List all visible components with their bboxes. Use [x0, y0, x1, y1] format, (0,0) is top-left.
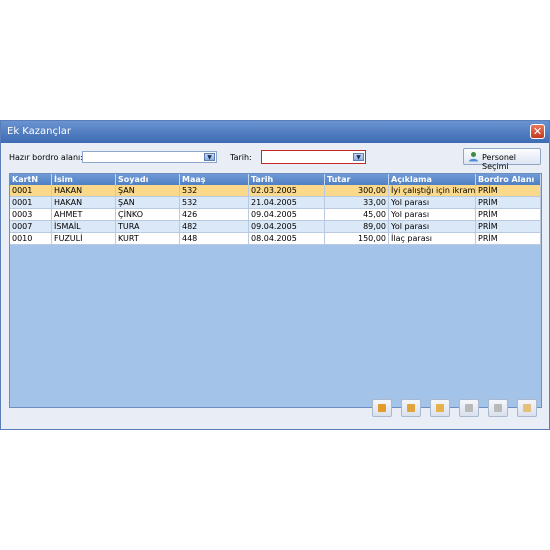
table-cell: TURA [116, 221, 180, 233]
close-window-button[interactable]: ✕ [530, 124, 545, 139]
table-cell: PRİM [476, 209, 541, 221]
table-cell: ŞAN [116, 185, 180, 197]
delete-button[interactable] [488, 399, 508, 417]
table-cell: 0003 [10, 209, 52, 221]
table-cell: 532 [180, 197, 249, 209]
table-cell: 0010 [10, 233, 52, 245]
table-row[interactable]: 0007 İSMAİL TURA 482 09.04.2005 89,00 Yol para… [10, 221, 541, 233]
table-cell: Yol parası [389, 197, 476, 209]
ek-kazanclar-window: Ek Kazançlar ✕ Hazır bordro alanı: ▼ Tar… [0, 120, 550, 430]
table-cell: 448 [180, 233, 249, 245]
table-row[interactable]: 0001 HAKAN ŞAN 532 21.04.2005 33,00 Yol parası… [10, 197, 541, 209]
table-cell: HAKAN [52, 185, 116, 197]
table-cell: 150,00 [325, 233, 389, 245]
up-button[interactable] [430, 399, 450, 417]
table-cell: İlaç parası [389, 233, 476, 245]
add-icon [378, 404, 386, 412]
add-button[interactable] [372, 399, 392, 417]
table-cell: 532 [180, 185, 249, 197]
table-cell: PRİM [476, 233, 541, 245]
personel-secimi-label: Personel Seçimi [482, 153, 517, 171]
chevron-down-icon[interactable]: ▼ [204, 153, 215, 161]
bordro-label: Hazır bordro alanı: [9, 153, 83, 162]
table-cell: 09.04.2005 [249, 221, 325, 233]
table-cell: 21.04.2005 [249, 197, 325, 209]
table-cell: ÇİNKO [116, 209, 180, 221]
table-cell: İyi çalıştığı için ikramiye [389, 185, 476, 197]
table-row[interactable]: 0001 HAKAN ŞAN 532 02.03.2005 300,00 İyi çalış… [10, 185, 541, 197]
table-cell: ŞAN [116, 197, 180, 209]
tarih-combo[interactable]: ▼ [261, 150, 366, 164]
column-header[interactable]: Tutar [325, 174, 389, 185]
table-row[interactable]: 0003 AHMET ÇİNKO 426 09.04.2005 45,00 Yol para… [10, 209, 541, 221]
window-title: Ek Kazançlar [7, 126, 72, 137]
column-header[interactable]: Maaş [180, 174, 249, 185]
edit-button[interactable] [401, 399, 421, 417]
close-icon [523, 404, 531, 412]
table-cell: 08.04.2005 [249, 233, 325, 245]
table-cell: AHMET [52, 209, 116, 221]
column-header[interactable]: Açıklama [389, 174, 476, 185]
table-cell: 33,00 [325, 197, 389, 209]
table-cell: Yol parası [389, 221, 476, 233]
column-header[interactable]: Bordro Alanı [476, 174, 541, 185]
close-button[interactable] [517, 399, 537, 417]
up-icon [436, 404, 444, 412]
disabled-icon [465, 404, 473, 412]
grid-header: KartN İsim Soyadı Maaş Tarih Tutar Açıklama Bor… [10, 174, 541, 185]
bordro-combo[interactable]: ▼ [82, 151, 217, 163]
table-cell: 482 [180, 221, 249, 233]
table-cell: 89,00 [325, 221, 389, 233]
table-cell: 0001 [10, 185, 52, 197]
table-cell: 09.04.2005 [249, 209, 325, 221]
table-cell: 45,00 [325, 209, 389, 221]
table-cell: PRİM [476, 221, 541, 233]
table-cell: FUZULİ [52, 233, 116, 245]
person-icon [469, 152, 478, 162]
earnings-grid[interactable]: KartN İsim Soyadı Maaş Tarih Tutar Açıklama Bor… [9, 173, 542, 408]
table-cell: 0007 [10, 221, 52, 233]
title-bar[interactable]: Ek Kazançlar ✕ [1, 121, 549, 143]
personel-secimi-button[interactable]: Personel Seçimi [463, 148, 541, 171]
disabled-button[interactable] [459, 399, 479, 417]
close-icon: ✕ [532, 125, 543, 138]
column-header[interactable]: Tarih [249, 174, 325, 185]
column-header[interactable]: KartN [10, 174, 52, 185]
table-row[interactable]: 0010 FUZULİ KURT 448 08.04.2005 150,00 İlaç pa… [10, 233, 541, 245]
table-cell: İSMAİL [52, 221, 116, 233]
table-cell: 426 [180, 209, 249, 221]
tarih-label: Tarih: [230, 153, 252, 162]
column-header[interactable]: Soyadı [116, 174, 180, 185]
table-cell: 300,00 [325, 185, 389, 197]
table-cell: Yol parası [389, 209, 476, 221]
table-cell: 0001 [10, 197, 52, 209]
edit-icon [407, 404, 415, 412]
table-cell: KURT [116, 233, 180, 245]
table-cell: HAKAN [52, 197, 116, 209]
table-cell: PRİM [476, 185, 541, 197]
table-cell: 02.03.2005 [249, 185, 325, 197]
delete-icon [494, 404, 502, 412]
chevron-down-icon[interactable]: ▼ [353, 153, 364, 161]
column-header[interactable]: İsim [52, 174, 116, 185]
table-cell: PRİM [476, 197, 541, 209]
